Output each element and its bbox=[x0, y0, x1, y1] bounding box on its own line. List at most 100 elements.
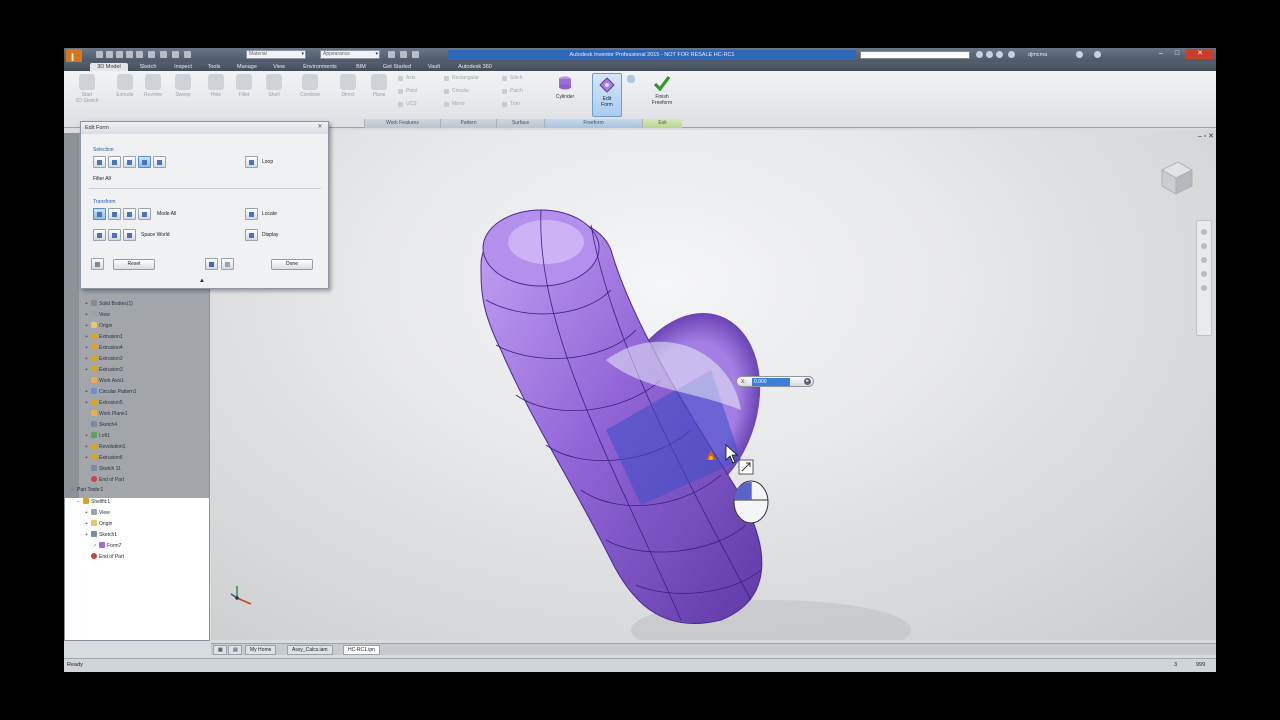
look-at-icon[interactable] bbox=[1201, 285, 1207, 291]
tree-item[interactable]: Sketch4 bbox=[85, 421, 117, 429]
undo-icon[interactable] bbox=[126, 51, 133, 58]
tree-item[interactable]: End of Part bbox=[85, 553, 124, 561]
search-icon[interactable] bbox=[976, 51, 983, 58]
stitch-button[interactable]: Stitch bbox=[502, 75, 523, 82]
group-surface[interactable]: Surface bbox=[496, 119, 544, 128]
shell-button[interactable]: Shell bbox=[262, 74, 286, 98]
pick-icon[interactable] bbox=[184, 51, 191, 58]
tree-item[interactable]: + Revolution1 bbox=[85, 443, 125, 451]
tab-inspect[interactable]: Inspect bbox=[168, 63, 198, 71]
help-icon[interactable] bbox=[91, 258, 104, 270]
pan-icon[interactable] bbox=[1201, 243, 1207, 249]
doc-tab-home[interactable]: My Home bbox=[245, 645, 277, 655]
user-icon[interactable] bbox=[1008, 51, 1015, 58]
tab-3d-model[interactable]: 3D Model bbox=[90, 63, 128, 71]
freeform-model[interactable] bbox=[211, 130, 1216, 640]
combine-button[interactable]: Combine bbox=[292, 74, 328, 98]
finish-freeform-button[interactable]: Finish Freeform bbox=[642, 74, 682, 106]
tile-icon[interactable]: ▦ bbox=[213, 645, 227, 655]
tree-item[interactable]: + Extrusion6 bbox=[85, 454, 123, 462]
group-work-features[interactable]: Work Features bbox=[364, 119, 440, 128]
tab-view[interactable]: View bbox=[268, 63, 290, 71]
tab-vault[interactable]: Vault bbox=[422, 63, 446, 71]
ucs-button[interactable]: UCS bbox=[398, 101, 417, 108]
tree-item[interactable]: − Shellfit:1 bbox=[77, 498, 110, 506]
tree-item[interactable]: + Extrusion4 bbox=[85, 344, 123, 352]
group-pattern[interactable]: Pattern bbox=[440, 119, 496, 128]
sweep-button[interactable]: Sweep bbox=[170, 74, 196, 98]
extrude-button[interactable]: Extrude bbox=[112, 74, 138, 98]
tree-item[interactable]: + Sketch1 bbox=[85, 531, 117, 539]
save-icon[interactable] bbox=[116, 51, 123, 58]
update-icon[interactable] bbox=[160, 51, 167, 58]
parameters-icon[interactable] bbox=[412, 51, 419, 58]
select-all-icon[interactable] bbox=[138, 156, 151, 168]
tree-item[interactable]: + Extrusion5 bbox=[85, 399, 123, 407]
select-body-icon[interactable] bbox=[153, 156, 166, 168]
doc-tab-hc-rc1[interactable]: HC-RC1.ipn bbox=[343, 645, 380, 655]
hole-button[interactable]: Hole bbox=[204, 74, 228, 98]
select-edge-icon[interactable] bbox=[108, 156, 121, 168]
help-icon[interactable] bbox=[1094, 51, 1101, 58]
cascade-icon[interactable]: ▤ bbox=[228, 645, 242, 655]
viewcube-icon[interactable] bbox=[1154, 156, 1198, 200]
tree-item[interactable]: + Solid Bodies(1) bbox=[85, 300, 133, 308]
tree-item[interactable]: + Extrusion1 bbox=[85, 333, 123, 341]
clear-override-icon[interactable] bbox=[388, 51, 395, 58]
tree-item[interactable]: Work Axis1 bbox=[85, 377, 124, 385]
space-local-icon[interactable] bbox=[123, 229, 136, 241]
minimize-button[interactable]: – bbox=[1154, 49, 1168, 59]
direct-button[interactable]: Direct bbox=[336, 74, 360, 98]
adjust-icon[interactable] bbox=[400, 51, 407, 58]
plane-button[interactable]: Plane bbox=[366, 74, 392, 98]
tab-bim[interactable]: BIM bbox=[350, 63, 372, 71]
appearance-select[interactable]: Appearance bbox=[320, 50, 380, 59]
exchange-icon[interactable] bbox=[1076, 51, 1083, 58]
rotate-icon[interactable] bbox=[123, 208, 136, 220]
open-icon[interactable] bbox=[106, 51, 113, 58]
fillet-button[interactable]: Fillet bbox=[232, 74, 256, 98]
material-select[interactable]: Material bbox=[246, 50, 306, 59]
freeform-extra-icon[interactable] bbox=[626, 75, 636, 85]
patch-button[interactable]: Patch bbox=[502, 88, 523, 95]
group-exit[interactable]: Exit bbox=[642, 119, 682, 128]
home-icon[interactable] bbox=[148, 51, 155, 58]
redo-icon[interactable] bbox=[221, 258, 234, 270]
tree-item[interactable]: + Circular Pattern1 bbox=[85, 388, 137, 396]
tab-manage[interactable]: Manage bbox=[230, 63, 264, 71]
circular-pattern-button[interactable]: Circular bbox=[444, 88, 469, 95]
new-icon[interactable] bbox=[96, 51, 103, 58]
transform-value-input[interactable]: X: 0.000 ▸ bbox=[736, 376, 814, 387]
cylinder-button[interactable]: Cylinder bbox=[548, 74, 582, 100]
mirror-button[interactable]: Mirror bbox=[444, 101, 465, 108]
edit-form-button[interactable]: Edit Form bbox=[592, 73, 622, 117]
tab-environments[interactable]: Environments bbox=[294, 63, 346, 71]
display-icon[interactable] bbox=[245, 229, 258, 241]
browser-section-header[interactable]: − Part Tools:1 bbox=[71, 487, 103, 494]
value-field[interactable]: 0.000 bbox=[752, 378, 790, 386]
tab-autodesk-360[interactable]: Autodesk 360 bbox=[450, 63, 500, 71]
tree-item[interactable]: + View bbox=[85, 509, 110, 517]
locate-label[interactable]: Locate bbox=[262, 211, 277, 218]
locate-icon[interactable] bbox=[245, 208, 258, 220]
tree-item[interactable]: + Extrusion2 bbox=[85, 355, 123, 363]
axis-button[interactable]: Axis bbox=[398, 75, 415, 82]
orbit-icon[interactable] bbox=[1201, 271, 1207, 277]
loop-label[interactable]: Loop bbox=[262, 159, 273, 166]
point-button[interactable]: Point bbox=[398, 88, 417, 95]
tree-item[interactable]: + Origin bbox=[85, 322, 112, 330]
tree-item[interactable]: + View bbox=[85, 311, 110, 319]
select-face-icon[interactable] bbox=[123, 156, 136, 168]
rectangular-pattern-button[interactable]: Rectangular bbox=[444, 75, 479, 82]
done-button[interactable]: Done bbox=[271, 259, 313, 270]
tree-item[interactable]: Work Plane1 bbox=[85, 410, 128, 418]
redo-icon[interactable] bbox=[136, 51, 143, 58]
select-icon[interactable] bbox=[172, 51, 179, 58]
tab-sketch[interactable]: Sketch bbox=[134, 63, 162, 71]
tree-item[interactable]: ✓ Form7 bbox=[93, 542, 121, 550]
space-view-icon[interactable] bbox=[108, 229, 121, 241]
loop-icon[interactable] bbox=[245, 156, 258, 168]
space-world-icon[interactable] bbox=[93, 229, 106, 241]
tree-item[interactable]: + Origin bbox=[85, 520, 112, 528]
reset-button[interactable]: Reset bbox=[113, 259, 155, 270]
